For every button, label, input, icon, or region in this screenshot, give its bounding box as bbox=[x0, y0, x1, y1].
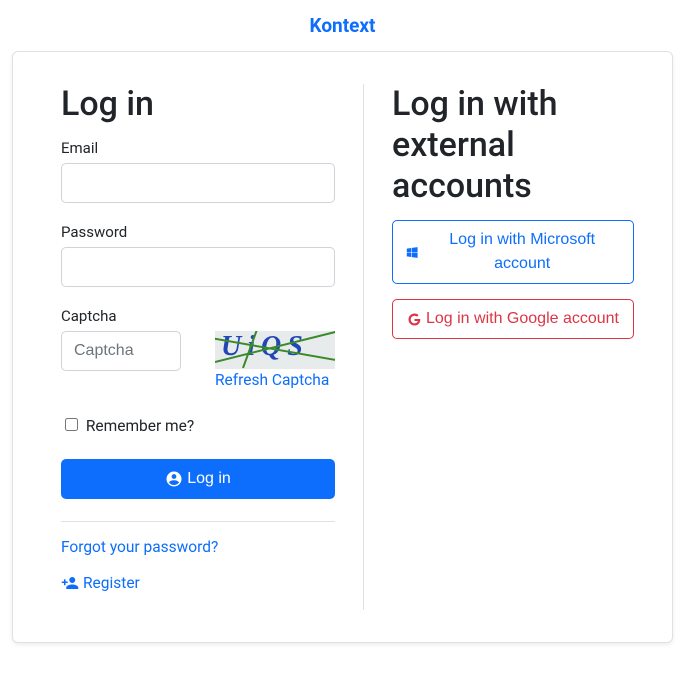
captcha-image: UiQS bbox=[215, 331, 335, 369]
external-heading: Log in with external accounts bbox=[392, 84, 634, 206]
remember-me-label[interactable]: Remember me? bbox=[61, 417, 194, 435]
login-microsoft-button[interactable]: Log in with Microsoft account bbox=[392, 220, 634, 284]
user-circle-icon bbox=[165, 470, 183, 488]
person-add-icon bbox=[61, 574, 79, 592]
login-microsoft-label: Log in with Microsoft account bbox=[423, 228, 621, 276]
login-google-label: Log in with Google account bbox=[426, 307, 619, 331]
captcha-field[interactable] bbox=[61, 331, 181, 371]
google-icon bbox=[407, 312, 422, 327]
register-link[interactable]: Register bbox=[83, 574, 140, 592]
password-field[interactable] bbox=[61, 247, 335, 287]
password-label: Password bbox=[61, 223, 335, 241]
login-submit-label: Log in bbox=[187, 467, 231, 491]
email-field[interactable] bbox=[61, 163, 335, 203]
remember-me-checkbox[interactable] bbox=[65, 418, 78, 431]
login-form-column: Log in Email Password Captcha UiQS bbox=[33, 84, 364, 610]
email-label: Email bbox=[61, 139, 335, 157]
login-submit-button[interactable]: Log in bbox=[61, 459, 335, 499]
login-card: Log in Email Password Captcha UiQS bbox=[12, 51, 673, 643]
login-google-button[interactable]: Log in with Google account bbox=[392, 299, 634, 339]
divider bbox=[61, 521, 335, 522]
windows-icon bbox=[405, 245, 419, 260]
captcha-label: Captcha bbox=[61, 307, 335, 325]
external-login-column: Log in with external accounts Log in wit… bbox=[364, 84, 652, 610]
remember-me-text: Remember me? bbox=[86, 417, 194, 435]
login-heading: Log in bbox=[61, 84, 335, 125]
forgot-password-link[interactable]: Forgot your password? bbox=[61, 538, 218, 556]
brand-link[interactable]: Kontext bbox=[310, 14, 376, 37]
refresh-captcha-link[interactable]: Refresh Captcha bbox=[215, 371, 329, 389]
